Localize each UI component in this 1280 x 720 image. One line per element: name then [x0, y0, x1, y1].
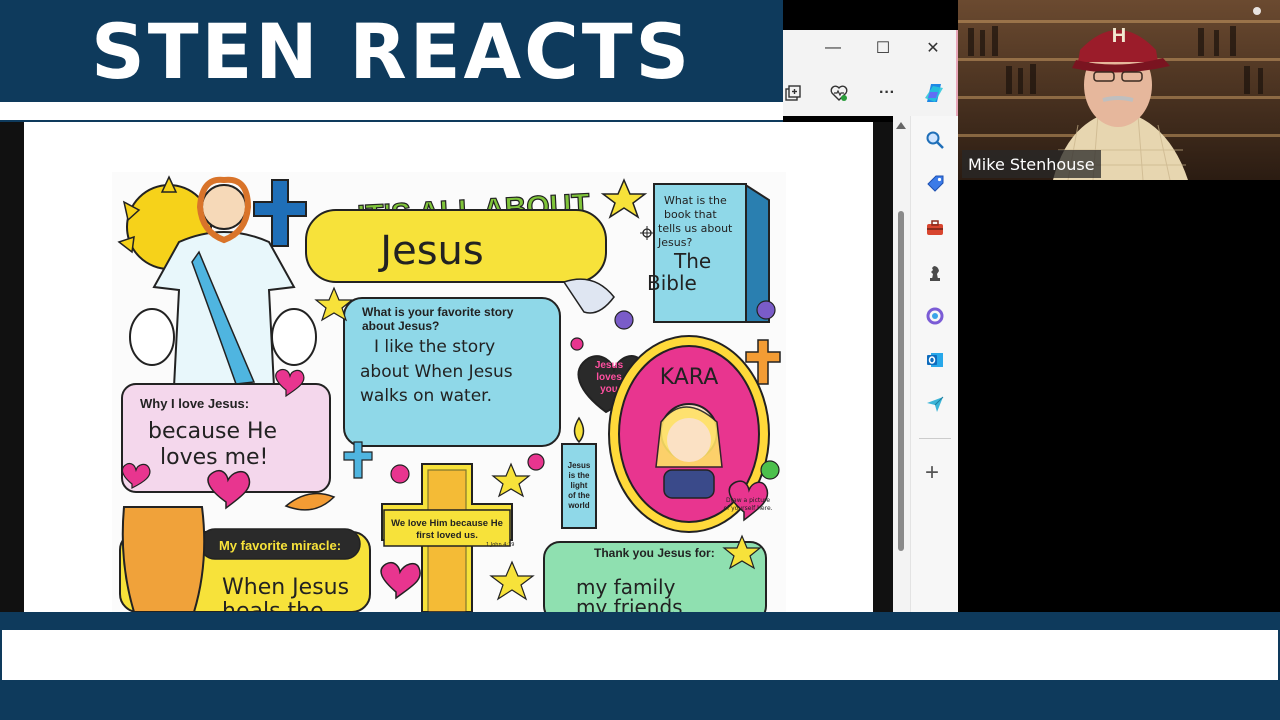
copilot-apps-icon[interactable]: [923, 304, 947, 328]
story-box: What is your favorite story about Jesus? …: [343, 297, 561, 447]
webcam-empty-area: [958, 180, 1280, 612]
minimize-button[interactable]: —: [808, 30, 858, 66]
viewer-left-margin: [0, 122, 24, 612]
chess-icon[interactable]: [923, 260, 947, 284]
stream-frame: STEN REACTS — ☐ ✕ ··· Jesus What is the …: [0, 0, 1280, 720]
poster-title-main: Jesus: [377, 228, 483, 274]
browser-essentials-icon[interactable]: [829, 83, 849, 103]
svg-text:Jesusis thelightof theworld: Jesus is the light of the world: [567, 461, 591, 510]
tag-icon[interactable]: [923, 172, 947, 196]
svg-text:Draw a pictureof yourself here: Draw a picture of yourself here.: [723, 497, 772, 512]
scroll-up-arrow-icon[interactable]: [896, 122, 906, 129]
outlook-icon[interactable]: [923, 348, 947, 372]
svg-text:I like the storyabout When Jes: I like the story about When Jesus walks on…: [360, 337, 513, 406]
cap-logo: H: [1112, 25, 1126, 47]
participant-name: Mike Stenhouse: [962, 150, 1101, 178]
bible-box: What is the book that tells us about Jesus?…: [647, 183, 770, 323]
svg-text:because Heloves me!: because He loves me!: [148, 419, 277, 470]
copilot-icon[interactable]: [921, 80, 947, 106]
document-viewer[interactable]: IT'S ALL ABOUT Jesus What is thebook tha…: [0, 122, 893, 612]
portrait-name: KARA: [660, 365, 719, 390]
more-menu-button[interactable]: ···: [877, 83, 897, 103]
lower-footer: [0, 680, 1280, 720]
banner-title: STEN REACTS: [91, 6, 692, 96]
viewer-right-margin: [873, 122, 893, 612]
svg-text:my familymy friends: my family my friends: [576, 575, 683, 612]
banner-strip: [0, 102, 783, 120]
scroll-thumb[interactable]: [898, 211, 904, 551]
add-sidebar-app-button[interactable]: +: [925, 461, 939, 485]
send-icon[interactable]: [923, 392, 947, 416]
show-banner: STEN REACTS: [0, 0, 783, 102]
maximize-button[interactable]: ☐: [858, 30, 908, 66]
sidebar-divider: [919, 438, 951, 439]
svg-text:My favorite miracle:: My favorite miracle:: [219, 538, 341, 553]
collections-icon[interactable]: [783, 83, 803, 103]
lower-third-band: [0, 612, 1280, 630]
toolbox-icon[interactable]: [923, 216, 947, 240]
close-button[interactable]: ✕: [908, 30, 958, 66]
svg-text:Why I love Jesus:: Why I love Jesus:: [140, 396, 249, 411]
search-icon[interactable]: [923, 128, 947, 152]
svg-text:Thank you Jesus for:: Thank you Jesus for:: [594, 546, 715, 560]
cursor-icon: [640, 226, 654, 245]
lower-third-bar: [0, 630, 1280, 680]
top-gap: [783, 0, 958, 30]
svg-text:1 John 4:19: 1 John 4:19: [486, 542, 514, 548]
vertical-scrollbar[interactable]: [893, 116, 910, 612]
poster-page: IT'S ALL ABOUT Jesus What is thebook tha…: [24, 122, 873, 612]
webcam-feed: H Mike Stenhouse: [958, 0, 1280, 180]
browser-sidebar: +: [910, 116, 958, 612]
coloring-poster: IT'S ALL ABOUT Jesus What is thebook tha…: [112, 172, 786, 612]
browser-toolbar: ···: [783, 66, 958, 116]
window-titlebar: — ☐ ✕: [783, 30, 958, 66]
